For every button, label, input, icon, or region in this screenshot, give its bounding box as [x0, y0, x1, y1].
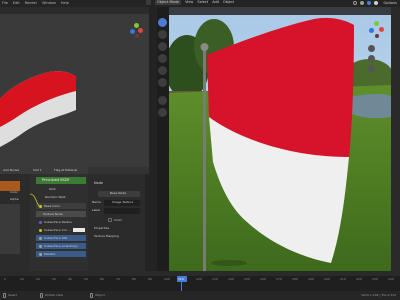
transform-tool-icon[interactable] — [158, 78, 167, 87]
label-label: Label — [92, 208, 101, 212]
gizmo-x-icon[interactable] — [138, 28, 143, 33]
status-select: Select — [8, 293, 18, 297]
status-stats: Verts 1,204 | Tris 2,312 — [361, 293, 396, 297]
socket-dark-block — [0, 204, 20, 254]
left-viewport[interactable] — [0, 7, 149, 167]
right-viewport-header — [169, 7, 391, 15]
gizmo-neg-icon[interactable] — [375, 34, 379, 38]
menu-window[interactable]: Window — [42, 1, 56, 6]
status-object: Object — [95, 293, 105, 297]
left-navigation-gizmo[interactable] — [126, 22, 146, 42]
viewport-shading-material-icon[interactable] — [367, 1, 371, 5]
status-bar: Select Rotate View Object Verts 1,204 | … — [0, 291, 400, 300]
right-navigation-gizmo[interactable] — [365, 19, 387, 41]
object-menu[interactable]: Object — [223, 0, 234, 5]
viewport-tool-shelf — [156, 14, 168, 124]
mouse-middle-icon — [40, 293, 43, 298]
gizmo-x-icon[interactable] — [379, 27, 384, 32]
editor-type-icon[interactable] — [146, 0, 151, 5]
menu-help[interactable]: Help — [61, 1, 69, 6]
socket-header-label: Add Nodes — [3, 168, 20, 172]
select-menu[interactable]: Select — [197, 0, 208, 5]
zoom-icon[interactable] — [368, 45, 375, 52]
scale-tool-icon[interactable] — [158, 66, 167, 75]
mode-dropdown[interactable]: Object Mode — [155, 0, 182, 5]
right-viewport[interactable] — [169, 7, 391, 271]
node-link-wire — [30, 193, 41, 208]
node-sidebar-panel: Node Base Node Name Image Texture Label … — [88, 167, 149, 271]
node-tab-strip[interactable] — [145, 174, 149, 271]
camera-view-icon[interactable] — [368, 65, 375, 72]
node-socket-panel: Add Nodes Color Alpha — [0, 167, 30, 271]
menu-render[interactable]: Render — [25, 1, 37, 6]
viewport-shading-rendered-icon[interactable] — [374, 1, 378, 5]
gizmo-z-icon[interactable] — [369, 28, 374, 33]
pan-icon[interactable] — [368, 55, 375, 62]
gizmo-z-icon[interactable] — [130, 29, 135, 34]
blender-window: File Edit Render Window Help Object Mode… — [0, 0, 400, 300]
add-menu[interactable]: Add — [212, 0, 219, 5]
gizmo-y-icon[interactable] — [134, 23, 139, 28]
material-properties-panel: Slot 1 Flag.af Material Principled BSDF … — [30, 167, 88, 271]
timeline[interactable]: 0 10 20 30 40 50 60 70 80 90 100 120 130… — [0, 271, 400, 291]
gizmo-y-icon[interactable] — [374, 21, 379, 26]
viewport-shading-wire-icon[interactable] — [353, 1, 357, 5]
label-field[interactable] — [104, 208, 140, 214]
texture-mapping-subpanel[interactable]: Texture Mapping — [94, 234, 119, 239]
cursor-tool-icon[interactable] — [158, 30, 167, 39]
color-checkbox[interactable] — [108, 218, 112, 222]
timeline-ticks: 0 10 20 30 40 50 60 70 80 90 100 120 130… — [4, 277, 394, 281]
select-tool-icon[interactable] — [158, 18, 167, 27]
right-sidebar-strip[interactable] — [391, 7, 400, 271]
color-toggle-label: Color — [114, 218, 122, 222]
timeline-header — [0, 271, 400, 276]
status-rotate: Rotate View — [45, 293, 63, 297]
mouse-left-icon — [3, 293, 6, 298]
scene-photo — [169, 7, 391, 271]
name-label: Name — [92, 200, 101, 204]
playhead-line — [181, 282, 182, 291]
measure-tool-icon[interactable] — [158, 108, 167, 117]
viewport-shading-solid-icon[interactable] — [360, 1, 364, 5]
top-menu-bar: File Edit Render Window Help Object Mode… — [0, 0, 400, 7]
node-panel-header: Node — [94, 181, 104, 185]
menu-edit[interactable]: Edit — [13, 1, 20, 6]
socket-alpha-label: Alpha — [10, 197, 19, 201]
properties-subpanel[interactable]: Properties — [94, 226, 109, 231]
socket-color-label: Color — [10, 190, 18, 194]
rotate-tool-icon[interactable] — [158, 54, 167, 63]
options-dropdown[interactable]: Options — [383, 1, 397, 6]
view-menu[interactable]: View — [185, 0, 193, 5]
annotate-tool-icon[interactable] — [158, 96, 167, 105]
mouse-right-icon — [90, 293, 93, 298]
menu-file[interactable]: File — [2, 1, 8, 6]
move-tool-icon[interactable] — [158, 42, 167, 51]
gizmo-neg-icon[interactable] — [135, 34, 139, 38]
